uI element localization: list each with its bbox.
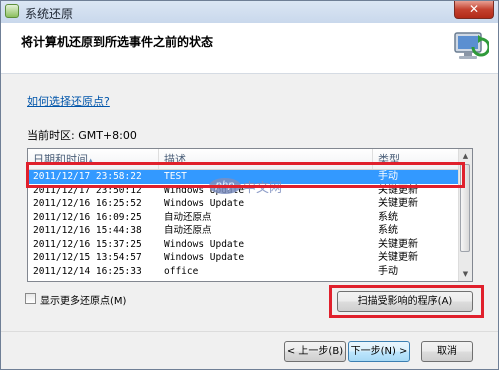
table-row[interactable]: 2011/12/16 15:37:25 Windows Update 关键更新 (28, 238, 461, 252)
scroll-up-icon[interactable]: ▲ (459, 149, 472, 163)
how-to-choose-link[interactable]: 如何选择还原点? (27, 93, 110, 109)
close-button[interactable]: ✕ (454, 1, 494, 19)
system-restore-icon (5, 4, 19, 18)
back-button[interactable]: < 上一步(B) (284, 341, 346, 362)
show-more-label: 显示更多还原点(M) (40, 296, 127, 307)
table-row[interactable]: 2011/12/14 16:25:33 office 手动 (28, 265, 461, 279)
show-more-checkbox[interactable] (25, 293, 36, 304)
table-row[interactable]: 2011/12/16 16:25:52 Windows Update 关键更新 (28, 197, 461, 211)
header-panel: 将计算机还原到所选事件之前的状态 (1, 23, 498, 74)
system-restore-window: 系统还原 ✕ 将计算机还原到所选事件之前的状态 如何选择还原点? 当前时区: G… (0, 0, 499, 370)
table-row[interactable]: 2011/12/15 13:54:57 Windows Update 关键更新 (28, 251, 461, 265)
timezone-label: 当前时区: GMT+8:00 (27, 129, 137, 142)
cancel-button[interactable]: 取消 (421, 341, 473, 362)
highlight-box-selected-row (26, 162, 465, 188)
window-title: 系统还原 (25, 7, 74, 21)
scroll-down-icon[interactable]: ▼ (459, 267, 472, 281)
highlight-box-scan-button (329, 285, 484, 318)
footer-divider (1, 331, 498, 332)
next-button[interactable]: 下一步(N) > (348, 341, 410, 362)
monitor-restore-icon (454, 32, 489, 59)
table-row[interactable]: 2011/12/16 16:09:25 自动还原点 系统 (28, 211, 461, 225)
title-bar[interactable]: 系统还原 ✕ (1, 1, 498, 24)
page-heading: 将计算机还原到所选事件之前的状态 (21, 35, 214, 49)
table-row[interactable]: 2011/12/16 15:44:38 自动还原点 系统 (28, 224, 461, 238)
